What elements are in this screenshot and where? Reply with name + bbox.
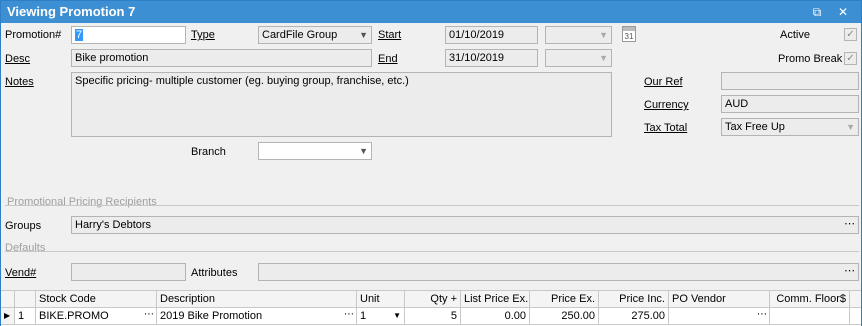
desc-label: Desc — [5, 53, 31, 65]
header-description[interactable]: Description — [157, 291, 357, 308]
ellipsis-icon[interactable]: ⋯ — [844, 217, 855, 231]
attributes-label: Attributes — [191, 267, 238, 279]
description-value: 2019 Bike Promotion — [160, 310, 263, 322]
cell-price-ex[interactable]: 250.00 — [530, 308, 599, 325]
grid-row-filler — [850, 308, 861, 325]
active-checkbox[interactable]: ✓ — [844, 28, 857, 41]
title-bar: Viewing Promotion 7 ⧉ ✕ — [1, 1, 861, 23]
chevron-down-icon[interactable]: ▼ — [599, 51, 608, 65]
header-po-vendor[interactable]: PO Vendor — [669, 291, 770, 308]
unit-value: 1 — [360, 310, 367, 322]
start-label: Start — [378, 29, 402, 41]
desc-field[interactable]: Bike promotion — [71, 49, 372, 67]
promo-break-checkbox[interactable]: ✓ — [844, 52, 857, 65]
type-label: Type — [191, 29, 215, 41]
header-unit[interactable]: Unit — [357, 291, 405, 308]
vend-field[interactable] — [71, 263, 186, 281]
stock-grid: Stock Code Description Unit Qty + List P… — [1, 290, 861, 326]
cell-po-vendor[interactable]: ⋯ — [669, 308, 770, 325]
stock-code-value: BIKE.PROMO — [39, 310, 109, 322]
ellipsis-icon[interactable]: ⋯ — [757, 308, 767, 323]
grid-header-filler — [850, 291, 861, 308]
currency-field[interactable]: AUD — [721, 95, 859, 113]
header-list-price[interactable]: List Price Ex. — [461, 291, 530, 308]
our-ref-field[interactable] — [721, 72, 859, 90]
grid-rownum-header — [15, 291, 36, 308]
end-time-dropdown[interactable]: ▼ — [545, 49, 612, 67]
chevron-down-icon[interactable]: ▼ — [393, 308, 401, 324]
header-price-inc[interactable]: Price Inc. — [599, 291, 669, 308]
cell-stock-code[interactable]: BIKE.PROMO ⋯ — [36, 308, 157, 325]
type-dropdown[interactable]: CardFile Group ▼ — [258, 26, 372, 44]
tax-total-dropdown[interactable]: Tax Free Up ▼ — [721, 118, 859, 136]
defaults-section-title: Defaults — [5, 242, 46, 254]
branch-dropdown[interactable]: ▼ — [258, 142, 372, 160]
vend-label: Vend# — [5, 267, 37, 279]
active-label: Active — [780, 29, 810, 41]
calendar-icon[interactable]: 31 — [622, 26, 636, 42]
recipients-section-title: Promotional Pricing Recipients — [7, 196, 157, 208]
promotion-window: Viewing Promotion 7 ⧉ ✕ Promotion# 7 Typ… — [0, 0, 862, 326]
defaults-divider — [5, 251, 859, 252]
grid-corner — [1, 291, 15, 308]
currency-label: Currency — [644, 99, 689, 111]
promotion-number-field[interactable]: 7 — [71, 26, 186, 44]
cell-price-inc[interactable]: 275.00 — [599, 308, 669, 325]
ellipsis-icon[interactable]: ⋯ — [144, 308, 154, 323]
cell-list-price[interactable]: 0.00 — [461, 308, 530, 325]
chevron-down-icon[interactable]: ▼ — [599, 28, 608, 42]
groups-label: Groups — [5, 220, 42, 232]
recipients-divider — [5, 205, 859, 206]
chevron-down-icon[interactable]: ▼ — [846, 120, 855, 134]
notes-label: Notes — [5, 76, 34, 88]
promo-break-label: Promo Break — [778, 53, 843, 65]
tax-total-value: Tax Free Up — [725, 121, 785, 133]
restore-icon[interactable]: ⧉ — [807, 3, 827, 21]
header-qty[interactable]: Qty + — [405, 291, 461, 308]
groups-value: Harry's Debtors — [75, 219, 152, 231]
promotion-label: Promotion# — [5, 29, 62, 41]
row-selector-arrow[interactable]: ▶ — [1, 308, 15, 325]
close-icon[interactable]: ✕ — [833, 3, 853, 21]
cell-comm-floor[interactable] — [770, 308, 850, 325]
notes-field[interactable]: Specific pricing- multiple customer (eg.… — [71, 72, 612, 137]
type-value: CardFile Group — [262, 29, 338, 41]
start-time-dropdown[interactable]: ▼ — [545, 26, 612, 44]
cell-description[interactable]: 2019 Bike Promotion ⋯ — [157, 308, 357, 325]
branch-label: Branch — [191, 146, 226, 158]
header-stock-code[interactable]: Stock Code — [36, 291, 157, 308]
cell-unit[interactable]: 1 ▼ — [357, 308, 405, 325]
chevron-down-icon[interactable]: ▼ — [359, 28, 368, 42]
ellipsis-icon[interactable]: ⋯ — [844, 264, 855, 278]
attributes-field[interactable]: ⋯ — [258, 263, 859, 281]
chevron-down-icon[interactable]: ▼ — [359, 144, 368, 158]
end-date-field[interactable]: 31/10/2019 — [445, 49, 538, 67]
cell-qty[interactable]: 5 — [405, 308, 461, 325]
groups-field[interactable]: Harry's Debtors ⋯ — [71, 216, 859, 234]
start-date-field[interactable]: 01/10/2019 — [445, 26, 538, 44]
header-comm-floor[interactable]: Comm. Floor$ — [770, 291, 850, 308]
header-price-ex[interactable]: Price Ex. — [530, 291, 599, 308]
end-label: End — [378, 53, 398, 65]
our-ref-label: Our Ref — [644, 76, 683, 88]
window-title: Viewing Promotion 7 — [7, 4, 136, 19]
tax-total-label: Tax Total — [644, 122, 688, 134]
ellipsis-icon[interactable]: ⋯ — [344, 308, 354, 323]
row-number: 1 — [15, 308, 36, 325]
